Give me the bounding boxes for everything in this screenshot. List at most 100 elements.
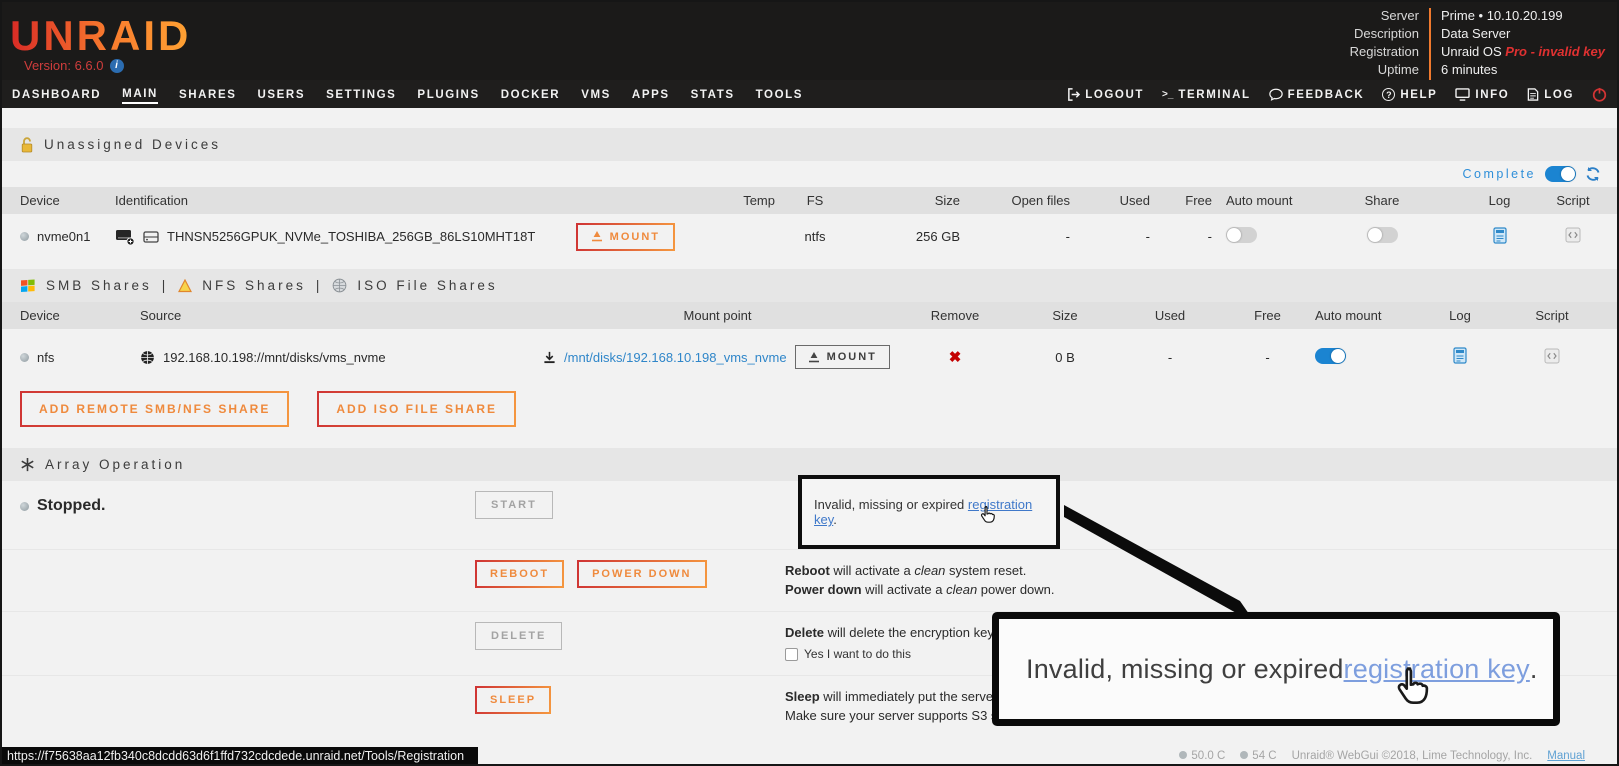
cell-fs: ntfs [775,229,855,244]
registration-error-callout: Invalid, missing or expired registration… [798,475,1060,549]
copyright-text: Unraid® WebGui ©2018, Lime Technology, I… [1292,750,1533,762]
mount-button[interactable]: MOUNT [576,223,675,251]
mount-icon [591,231,603,242]
share-auto-mount-toggle[interactable] [1315,348,1346,364]
disk-icon[interactable] [143,230,159,244]
smb-windows-icon [20,278,36,293]
power-button[interactable] [1592,84,1607,104]
col-auto-mount: Auto mount [1212,193,1312,208]
add-remote-smb-nfs-share-button[interactable]: ADD REMOTE SMB/NFS SHARE [20,391,289,427]
download-icon [543,351,556,364]
uptime-value: 6 minutes [1429,62,1605,80]
col-device: Device [20,193,115,208]
error-text: Invalid, missing or expired [814,497,968,512]
nav-shares[interactable]: SHARES [179,86,237,103]
unassigned-table-header: Device Identification Temp FS Size Open … [0,187,1619,214]
device-status-dot [20,232,29,241]
temp-dot [1179,751,1187,759]
mount-point-link[interactable]: /mnt/disks/192.168.10.198_vms_nvme [564,350,787,365]
delete-confirm-checkbox[interactable] [785,648,798,661]
share-mount-button[interactable]: MOUNT [795,345,890,369]
view-log-icon[interactable] [1493,227,1507,244]
version-label: Version: 6.6.0 [24,58,104,73]
description-value: Data Server [1429,26,1605,44]
shares-table-header: Device Source Mount point Remove Size Us… [0,302,1619,329]
col-free: Free [1220,308,1315,323]
feedback-button[interactable]: FEEDBACK [1269,85,1365,103]
array-reboot-row: REBOOT POWER DOWN Reboot will activate a… [0,549,1619,611]
iso-file-shares-title[interactable]: ISO File Shares [357,278,497,293]
device-name[interactable]: nvme0n1 [37,229,90,244]
shares-section-header: SMB Shares | NFS Shares | ISO File Share… [0,269,1619,302]
nav-vms[interactable]: VMS [581,86,611,103]
cell-open-files: - [960,229,1070,244]
description-label: Description [1350,26,1429,44]
cpu-temp: 50.0 C [1191,750,1225,762]
help-button[interactable]: ? HELP [1382,85,1437,103]
nav-apps[interactable]: APPS [632,86,670,103]
col-size: Size [1010,308,1120,323]
logout-button[interactable]: LOGOUT [1067,85,1144,103]
complete-label[interactable]: Complete [1463,167,1537,181]
col-size: Size [855,193,960,208]
refresh-icon[interactable] [1585,166,1601,182]
mb-temp: 54 C [1252,750,1276,762]
mount-icon [808,352,820,363]
uptime-label: Uptime [1350,62,1429,80]
asterisk-icon [20,457,35,472]
unlock-icon[interactable] [20,137,34,153]
terminal-icon: >_ [1162,89,1173,100]
info-button[interactable]: INFO [1455,85,1509,103]
col-mount-point: Mount point [535,308,900,323]
nav-plugins[interactable]: PLUGINS [417,86,479,103]
registration-value: Unraid OS Pro - invalid key [1429,44,1605,62]
col-open-files: Open files [960,193,1070,208]
col-used: Used [1120,308,1220,323]
power-down-button[interactable]: POWER DOWN [577,560,706,588]
link-status-bar: https://f75638aa12fb340c8dcdd63d6f1ffd73… [0,747,478,766]
reboot-button[interactable]: REBOOT [475,560,564,588]
nav-settings[interactable]: SETTINGS [326,86,396,103]
inset-registration-key-link[interactable]: registration key [1344,654,1530,685]
nav-main[interactable]: MAIN [122,85,158,104]
nav-docker[interactable]: DOCKER [501,86,560,103]
source-globe-icon [140,350,155,365]
feedback-icon [1269,88,1283,101]
unassigned-device-row: nvme0n1 THNSN5256GPUK_NVMe_TOSHIBA_256GB… [0,214,1619,259]
invalid-key-flag: Pro - invalid key [1505,44,1605,59]
nav-stats[interactable]: STATS [691,86,735,103]
col-log: Log [1452,193,1547,208]
nav-dashboard[interactable]: DASHBOARD [12,86,101,103]
share-device-name[interactable]: nfs [37,350,54,365]
iso-globe-icon [332,278,347,293]
share-row: nfs 192.168.10.198://mnt/disks/vms_nvme … [0,329,1619,385]
delete-button[interactable]: DELETE [475,622,562,650]
zoom-inset-box: Invalid, missing or expired registration… [992,612,1560,726]
drive-add-icon[interactable] [115,228,135,246]
smb-shares-title[interactable]: SMB Shares [46,278,152,293]
log-button[interactable]: LOG [1527,85,1574,103]
power-icon [1592,87,1607,102]
terminal-button[interactable]: >_ TERMINAL [1162,86,1251,103]
start-button[interactable]: START [475,491,553,519]
edit-script-icon[interactable] [1565,227,1581,243]
share-toggle[interactable] [1367,227,1398,243]
sleep-button[interactable]: SLEEP [475,686,551,714]
auto-mount-toggle[interactable] [1226,227,1257,243]
nav-tools[interactable]: TOOLS [756,86,803,103]
section-title: Array Operation [45,457,185,472]
nav-users[interactable]: USERS [257,86,305,103]
col-free: Free [1150,193,1212,208]
nfs-shares-title[interactable]: NFS Shares [202,278,306,293]
version-info-icon[interactable]: i [110,59,124,73]
cell-free: - [1220,350,1315,365]
remove-share-icon[interactable]: ✖ [949,349,962,366]
log-file-icon [1527,88,1539,101]
col-auto-mount: Auto mount [1315,308,1415,323]
view-log-icon[interactable] [1453,347,1467,364]
cell-size: 0 B [1010,350,1120,365]
manual-link[interactable]: Manual [1547,750,1585,762]
add-iso-file-share-button[interactable]: ADD ISO FILE SHARE [317,391,516,427]
complete-toggle[interactable] [1545,166,1576,182]
edit-script-icon[interactable] [1544,348,1560,364]
